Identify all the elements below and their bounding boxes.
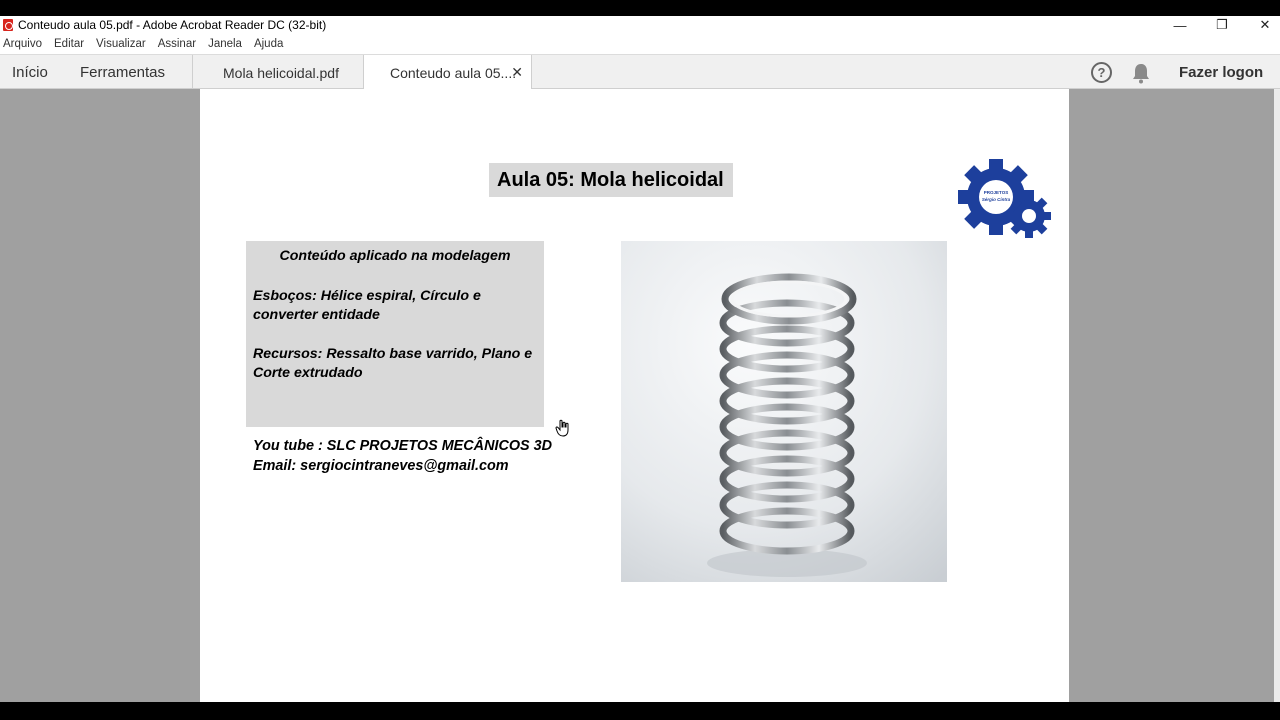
content-summary-box: Conteúdo aplicado na modelagem Esboços: … [246,241,544,427]
menu-visualizar[interactable]: Visualizar [96,38,146,50]
tab-label: Mola helicoidal.pdf [223,64,339,81]
tab-inicio[interactable]: Início [12,55,48,89]
close-button[interactable]: ✕ [1243,16,1280,34]
menu-bar: Arquivo Editar Visualizar Assinar Janela… [0,34,1280,54]
login-button[interactable]: Fazer logon [1179,55,1263,89]
menu-ajuda[interactable]: Ajuda [254,38,283,50]
coil-spring-image [621,241,947,582]
menu-assinar[interactable]: Assinar [158,38,196,50]
content-heading: Conteúdo aplicado na modelagem [279,248,511,264]
logo-text-bottom: Sérgio Cintra [982,197,1011,202]
close-tab-icon[interactable]: ✕ [511,64,523,81]
menu-janela[interactable]: Janela [208,38,242,50]
minimize-button[interactable]: — [1158,16,1202,34]
vertical-scrollbar[interactable] [1274,89,1280,702]
tab-ferramentas[interactable]: Ferramentas [80,55,165,89]
acrobat-window: Conteudo aula 05.pdf - Adobe Acrobat Rea… [0,0,1280,720]
menu-editar[interactable]: Editar [54,38,84,50]
youtube-text: You tube : SLC PROJETOS MECÂNICOS 3D [253,438,553,454]
contact-info: You tube : SLC PROJETOS MECÂNICOS 3D Ema… [253,437,552,476]
help-icon[interactable]: ? [1091,62,1112,83]
email-text: Email: sergiocintraneves@gmail.com [253,457,509,474]
title-bar: Conteudo aula 05.pdf - Adobe Acrobat Rea… [0,16,1280,34]
tab-bar: Início Ferramentas Mola helicoidal.pdf C… [0,54,1280,90]
bell-icon[interactable] [1131,62,1151,84]
restore-button[interactable]: ❐ [1200,16,1244,34]
acrobat-pdf-icon [3,19,13,31]
sketches-text: Esboços: Hélice espiral, Círculo e conve… [253,287,481,324]
features-text: Recursos: Ressalto base varrido, Plano e… [253,345,533,382]
tab-mola-helicoidal[interactable]: Mola helicoidal.pdf [192,55,363,90]
logo-text-top: PROJETOS [984,190,1008,195]
gear-logo-icon: PROJETOS Sérgio Cintra [958,159,1051,238]
screen-bottom-strip [0,702,1280,720]
pdf-page: Aula 05: Mola helicoidal PROJETOS Sérgio… [200,89,1069,702]
menu-arquivo[interactable]: Arquivo [3,38,42,50]
hand-cursor-icon [555,419,569,437]
tab-conteudo-aula[interactable]: Conteudo aula 05.... ✕ [363,55,532,90]
window-title: Conteudo aula 05.pdf - Adobe Acrobat Rea… [18,18,327,32]
tab-label: Conteudo aula 05.... [390,64,517,81]
page-title: Aula 05: Mola helicoidal [489,163,733,197]
screen-top-strip [0,0,1280,16]
